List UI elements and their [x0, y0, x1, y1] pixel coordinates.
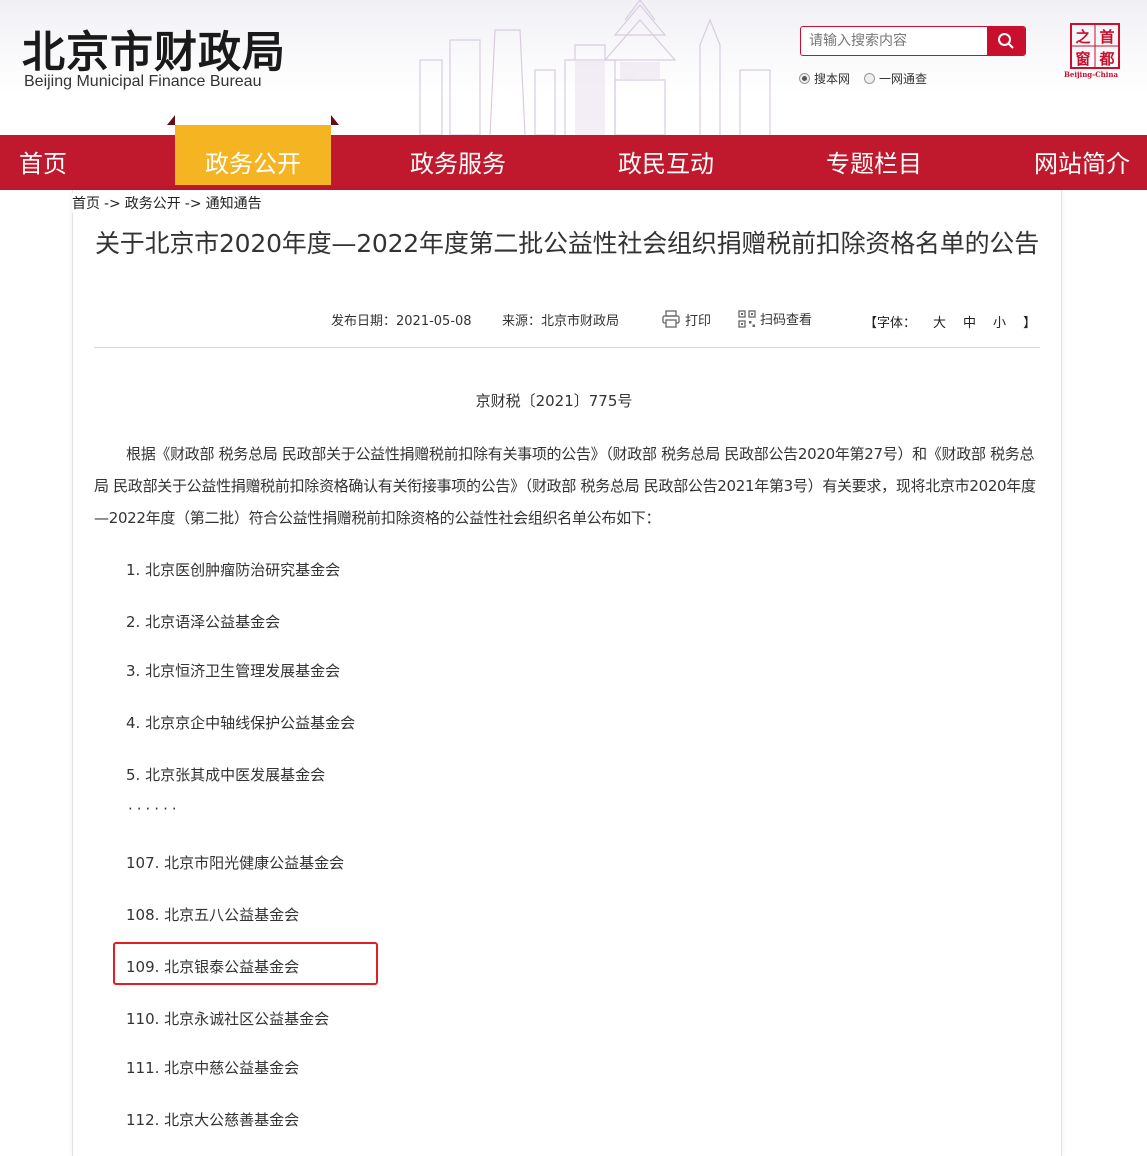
list-item: 5. 北京张其成中医发展基金会 [126, 766, 326, 784]
list-item: 112. 北京大公慈善基金会 [126, 1111, 300, 1129]
svg-text:窗: 窗 [1075, 50, 1090, 68]
article-source: 来源：北京市财政局 [502, 314, 620, 329]
print-button[interactable]: 打印 [661, 309, 711, 329]
nav-interaction[interactable]: 政民互动 [606, 135, 726, 190]
list-item: 108. 北京五八公益基金会 [126, 906, 300, 924]
radio-checked-icon [799, 73, 810, 84]
search-icon [998, 33, 1014, 49]
nav-gov-services[interactable]: 政务服务 [398, 135, 518, 190]
list-item: 3. 北京恒济卫生管理发展基金会 [126, 662, 341, 680]
svg-text:首: 首 [1099, 28, 1114, 46]
list-item: 4. 北京京企中轴线保护公益基金会 [126, 714, 356, 732]
nav-gov-affairs[interactable]: 政务公开 [167, 115, 339, 185]
qrcode-icon [738, 309, 756, 328]
search-box [800, 26, 1026, 56]
breadcrumb: 首页 -> 政务公开 -> 通知通告 [72, 193, 268, 213]
highlight-annotation-box [113, 942, 378, 985]
breadcrumb-notices[interactable]: 通知通告 [206, 196, 262, 212]
list-item: 107. 北京市阳光健康公益基金会 [126, 854, 345, 872]
title-divider [94, 347, 1040, 348]
list-item: 1. 北京医创肿瘤防治研究基金会 [126, 561, 341, 579]
nav-home[interactable]: 首页 [0, 135, 86, 190]
breadcrumb-gov-affairs[interactable]: 政务公开 [125, 196, 181, 212]
printer-icon [662, 310, 680, 328]
skyline-illustration [419, 0, 771, 135]
site-logo-cn[interactable]: 北京市财政局 [22, 18, 286, 80]
nav-special-topics[interactable]: 专题栏目 [814, 135, 934, 190]
main-nav: 首页 政务公开 政务服务 政民互动 专题栏目 网站简介 [0, 115, 1147, 190]
font-size-small[interactable]: 小 [993, 316, 1006, 331]
list-item: 2. 北京语泽公益基金会 [126, 613, 281, 631]
nav-about[interactable]: 网站简介 [1022, 135, 1142, 190]
search-input[interactable] [801, 27, 987, 55]
radio-unchecked-icon [864, 73, 876, 84]
font-size-medium[interactable]: 中 [963, 316, 976, 331]
scope-one-network-radio[interactable]: 一网通查 [864, 70, 927, 87]
qrcode-button[interactable]: 扫码查看 [738, 309, 812, 328]
scope-this-site-radio[interactable]: 搜本网 [799, 70, 850, 87]
capital-window-subtitle: Beijing-China [1064, 70, 1119, 79]
svg-text:都: 都 [1098, 50, 1114, 68]
list-item: 111. 北京中慈公益基金会 [126, 1059, 300, 1077]
list-ellipsis: ······ [128, 800, 181, 818]
publish-date: 发布日期：2021-05-08 [331, 314, 472, 329]
breadcrumb-home[interactable]: 首页 [72, 196, 100, 212]
article-title: 关于北京市2020年度—2022年度第二批公益性社会组织捐赠税前扣除资格名单的公… [94, 229, 1040, 258]
site-logo-en[interactable]: Beijing Municipal Finance Bureau [24, 73, 261, 91]
search-button[interactable] [987, 27, 1025, 55]
document-number: 京财税〔2021〕775号 [475, 392, 633, 410]
svg-text:之: 之 [1075, 28, 1090, 46]
article-body-paragraph: 根据《财政部 税务总局 民政部关于公益性捐赠税前扣除有关事项的公告》（财政部 税… [94, 445, 1036, 527]
font-size-large[interactable]: 大 [933, 316, 946, 331]
list-item: 110. 北京永诚社区公益基金会 [126, 1010, 330, 1028]
search-scope: 搜本网 一网通查 [799, 70, 927, 87]
font-size-control: 【字体：大中小】 [864, 316, 1037, 331]
